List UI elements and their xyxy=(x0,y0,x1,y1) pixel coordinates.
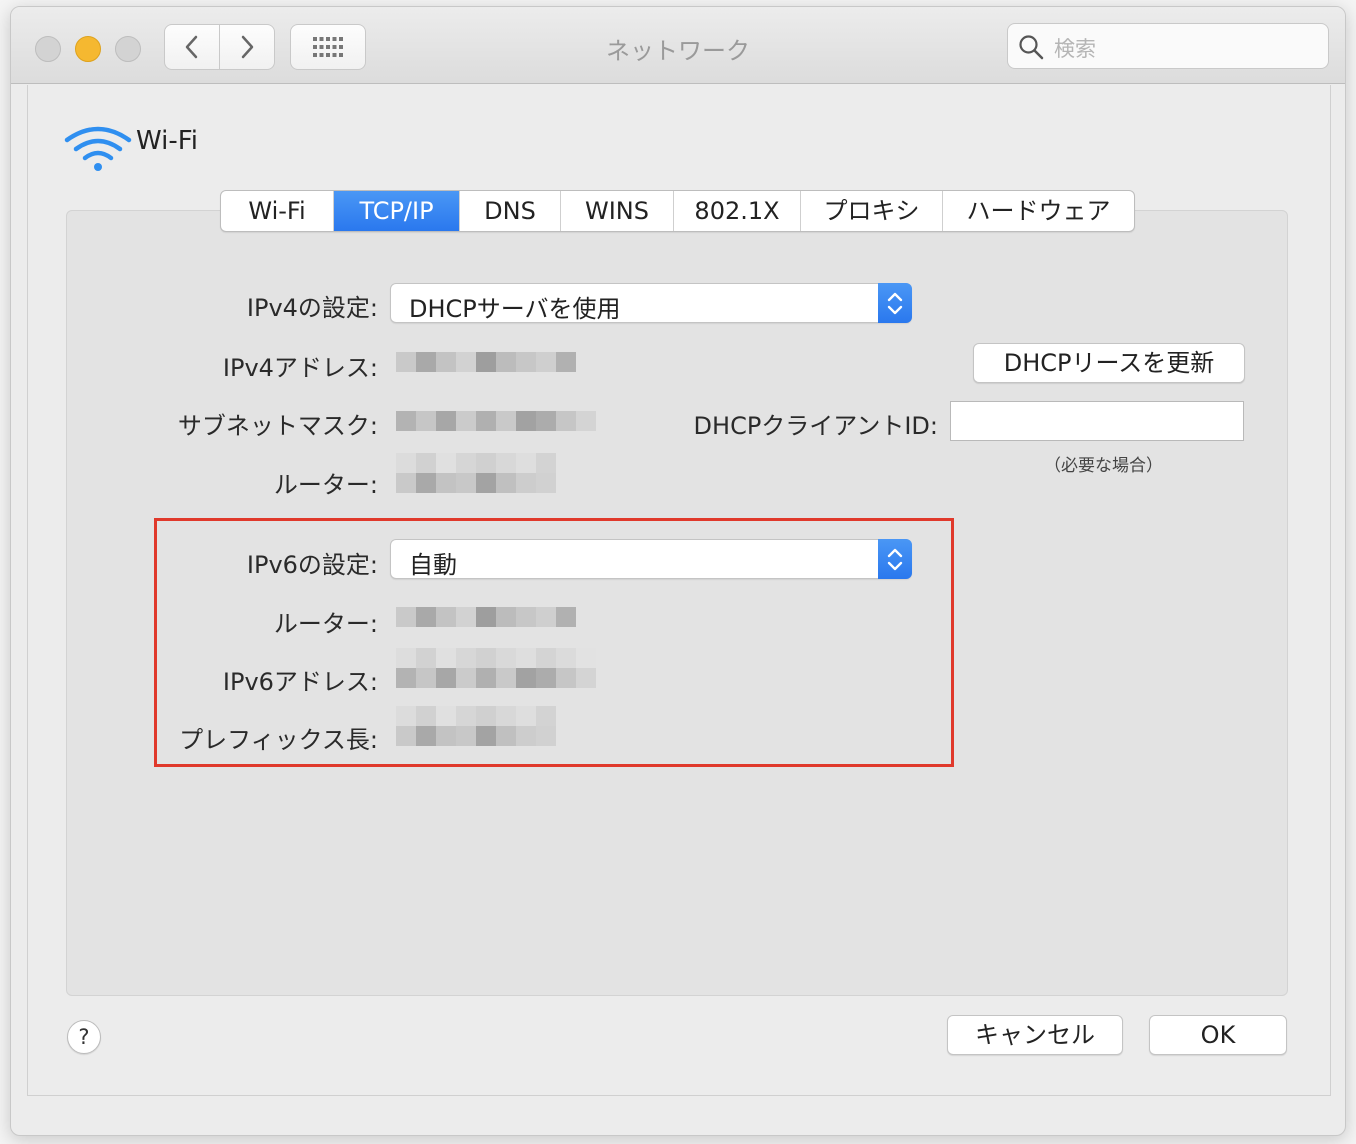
subnet-mask-label: サブネットマスク: xyxy=(177,412,378,440)
service-name: Wi-Fi xyxy=(136,126,199,156)
updown-chevron-icon xyxy=(878,283,912,323)
ipv6-router-value-redacted xyxy=(396,607,576,627)
renew-dhcp-lease-button[interactable]: DHCPリースを更新 xyxy=(973,343,1245,383)
ipv6-config-label: IPv6の設定: xyxy=(246,551,378,579)
ipv4-router-value-redacted xyxy=(396,453,556,493)
ipv6-router-label: ルーター: xyxy=(273,610,378,638)
cancel-button[interactable]: キャンセル xyxy=(947,1015,1123,1055)
tab-bar: Wi-Fi TCP/IP DNS WINS 802.1X プロキシ ハードウェア xyxy=(220,190,1135,232)
search-input[interactable]: 検索 xyxy=(1007,23,1329,69)
title-bar: ネットワーク 検索 xyxy=(11,7,1345,84)
prefix-length-label: プレフィックス長: xyxy=(179,726,378,754)
prefix-length-value-redacted xyxy=(396,706,556,746)
tab-hardware[interactable]: ハードウェア xyxy=(943,191,1134,231)
search-icon xyxy=(1019,35,1044,60)
ipv6-config-value: 自動 xyxy=(409,551,457,579)
ipv6-address-label: IPv6アドレス: xyxy=(222,668,378,696)
ipv6-address-value-redacted xyxy=(396,648,596,688)
ipv4-config-label: IPv4の設定: xyxy=(246,294,378,322)
ok-button[interactable]: OK xyxy=(1149,1015,1287,1055)
search-placeholder: 検索 xyxy=(1054,37,1096,61)
tab-wins[interactable]: WINS xyxy=(561,191,674,231)
dhcp-client-id-hint: （必要な場合） xyxy=(1044,456,1163,476)
wifi-icon xyxy=(64,126,132,171)
ipv6-config-select[interactable]: 自動 xyxy=(390,539,912,579)
ipv4-address-value-redacted xyxy=(396,352,576,372)
help-button[interactable]: ? xyxy=(67,1020,101,1054)
ipv4-router-label: ルーター: xyxy=(273,471,378,499)
tab-wifi[interactable]: Wi-Fi xyxy=(221,191,334,231)
tab-dns[interactable]: DNS xyxy=(460,191,561,231)
updown-chevron-icon xyxy=(878,539,912,579)
ipv4-config-value: DHCPサーバを使用 xyxy=(409,295,621,323)
ipv4-address-label: IPv4アドレス: xyxy=(222,354,378,382)
tab-proxy[interactable]: プロキシ xyxy=(801,191,943,231)
dhcp-client-id-label: DHCPクライアントID: xyxy=(693,412,938,440)
subnet-mask-value-redacted xyxy=(396,411,596,431)
dhcp-client-id-field[interactable] xyxy=(950,401,1244,441)
ipv4-config-select[interactable]: DHCPサーバを使用 xyxy=(390,283,912,323)
tab-8021x[interactable]: 802.1X xyxy=(674,191,801,231)
tab-tcpip[interactable]: TCP/IP xyxy=(334,191,460,231)
